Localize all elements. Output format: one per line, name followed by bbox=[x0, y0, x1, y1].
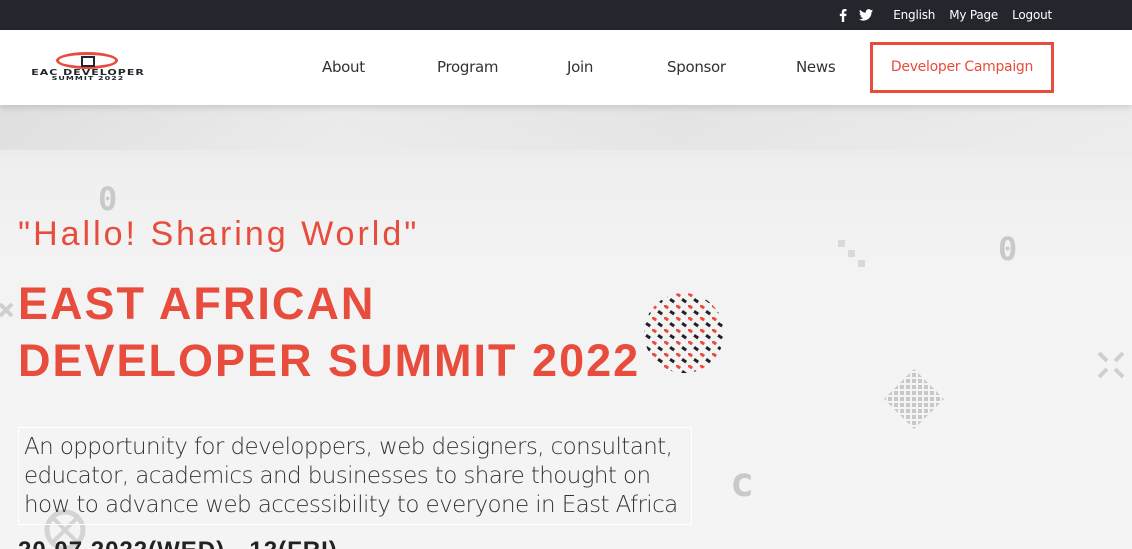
hero-description: An opportunity for developpers, web desi… bbox=[18, 427, 692, 525]
nav-join[interactable]: Join bbox=[567, 30, 593, 105]
twitter-icon[interactable] bbox=[859, 9, 874, 21]
nav-about[interactable]: About bbox=[322, 30, 365, 105]
nav-sponsor[interactable]: Sponsor bbox=[667, 30, 726, 105]
hero-background-image bbox=[0, 105, 1132, 150]
deco-squares-icon bbox=[838, 240, 865, 267]
utility-links: English My Page Logout bbox=[839, 0, 1052, 30]
deco-glyph: 0 bbox=[98, 180, 118, 218]
hero-section: 0 0 c "Hallo! Sharing World" EAST AFRICA… bbox=[0, 105, 1132, 549]
my-page-link[interactable]: My Page bbox=[949, 8, 998, 22]
event-date: 20.07.2022(WED) - 12(FRI) bbox=[18, 537, 338, 549]
logo-mark-icon bbox=[56, 52, 118, 69]
hero-title: EAST AFRICAN DEVELOPER SUMMIT 2022 bbox=[18, 275, 640, 389]
nav-program[interactable]: Program bbox=[437, 30, 499, 105]
hero-tagline: "Hallo! Sharing World" bbox=[18, 215, 420, 253]
logo-text-line2: SUMMIT 2022 bbox=[51, 75, 125, 82]
top-utility-bar: English My Page Logout bbox=[0, 0, 1132, 30]
site-logo[interactable]: EAC DEVELOPER SUMMIT 2022 bbox=[8, 52, 168, 84]
deco-pattern-circle-icon bbox=[644, 293, 724, 373]
hero-title-line1: EAST AFRICAN bbox=[18, 278, 376, 329]
hero-title-line2: DEVELOPER SUMMIT 2022 bbox=[18, 335, 641, 386]
deco-glyph: c bbox=[730, 460, 755, 506]
deco-cross-icon bbox=[1097, 351, 1125, 379]
nav-news[interactable]: News bbox=[796, 30, 836, 105]
developer-campaign-button[interactable]: Developer Campaign bbox=[870, 42, 1054, 93]
deco-diamond-pattern-icon bbox=[884, 369, 944, 429]
social-links bbox=[839, 8, 874, 22]
logout-link[interactable]: Logout bbox=[1012, 8, 1052, 22]
main-navbar: EAC DEVELOPER SUMMIT 2022 About Program … bbox=[0, 30, 1132, 105]
language-link[interactable]: English bbox=[893, 8, 935, 22]
deco-glyph: 0 bbox=[998, 230, 1018, 268]
facebook-icon[interactable] bbox=[839, 8, 847, 22]
